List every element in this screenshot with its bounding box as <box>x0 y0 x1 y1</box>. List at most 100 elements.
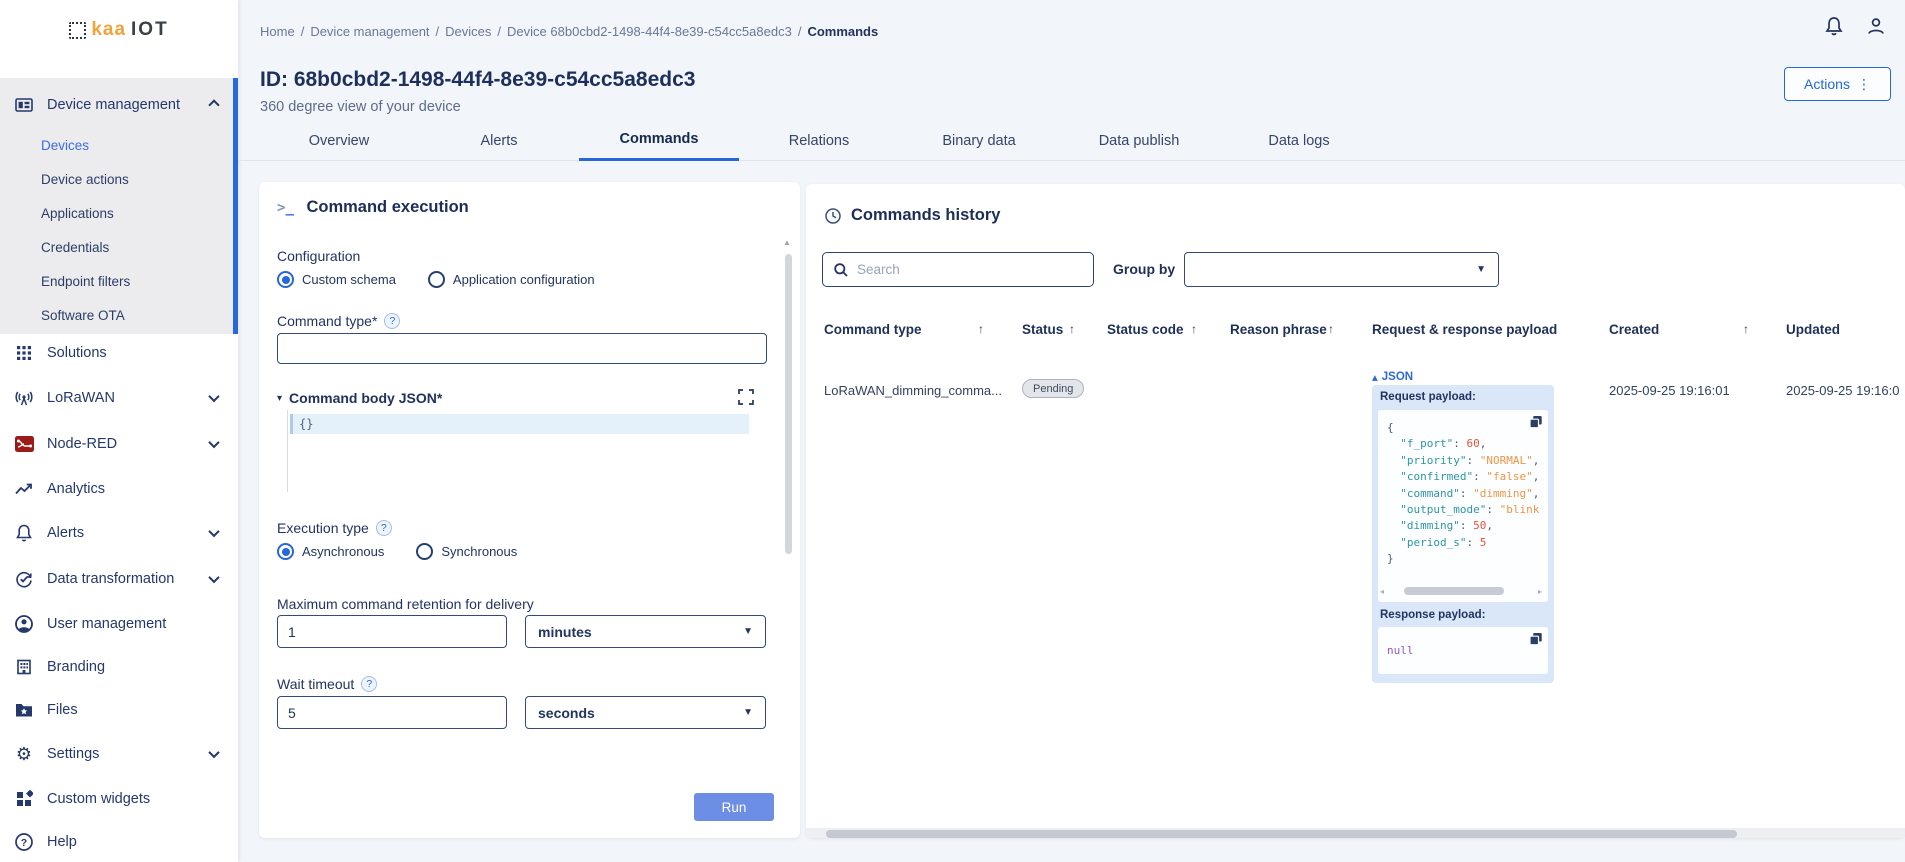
sidebar-item-data-transformation[interactable]: Data transformation <box>0 559 234 599</box>
radio-asynchronous[interactable] <box>277 543 294 560</box>
sort-asc-icon[interactable]: ↑ <box>1191 322 1197 336</box>
sidebar-item-user-management[interactable]: User management <box>0 604 234 644</box>
brand-logo[interactable]: kaaIOT <box>0 12 238 48</box>
tab-binary-data[interactable]: Binary data <box>899 120 1059 161</box>
column-header-reason-phrase[interactable]: Reason phrase <box>1230 322 1327 337</box>
building-icon <box>14 657 34 677</box>
sidebar-item-device-management[interactable]: Device management <box>0 85 234 125</box>
breadcrumb-separator: / <box>436 24 440 39</box>
sidebar-item-label: Branding <box>47 659 222 675</box>
sidebar-item-endpoint-filters[interactable]: Endpoint filters <box>0 267 230 295</box>
radio-synchronous[interactable] <box>416 543 433 560</box>
sidebar-item-label: User management <box>47 616 222 632</box>
page-subtitle: 360 degree view of your device <box>260 99 461 115</box>
tab-commands[interactable]: Commands <box>579 120 739 161</box>
row-created: 2025-09-25 19:16:01 <box>1609 383 1730 398</box>
sort-asc-icon[interactable]: ↑ <box>1743 322 1749 336</box>
sidebar: kaaIOT Device management Devices Device … <box>0 0 238 862</box>
sidebar-item-device-actions[interactable]: Device actions <box>0 165 230 193</box>
fullscreen-icon[interactable] <box>737 388 755 406</box>
sidebar-item-label: Data transformation <box>47 571 197 587</box>
sidebar-item-node-red[interactable]: Node-RED <box>0 424 234 464</box>
sidebar-item-label: Alerts <box>47 525 197 541</box>
breadcrumb-devices[interactable]: Devices <box>445 24 491 39</box>
retention-unit-select[interactable]: minutes ▼ <box>525 615 766 648</box>
wait-timeout-unit-select[interactable]: seconds ▼ <box>525 696 766 729</box>
sidebar-item-alerts[interactable]: Alerts <box>0 513 234 553</box>
scroll-left-icon[interactable]: ◂ <box>1380 587 1388 596</box>
tab-data-publish[interactable]: Data publish <box>1059 120 1219 161</box>
search-input[interactable] <box>857 262 1057 277</box>
scrollbar-thumb[interactable] <box>1404 587 1504 595</box>
response-payload-json: null <box>1387 643 1414 659</box>
breadcrumb-separator: / <box>301 24 305 39</box>
sidebar-item-solutions[interactable]: Solutions <box>0 333 234 373</box>
radio-custom-schema[interactable] <box>277 271 294 288</box>
vertical-scrollbar[interactable] <box>785 254 792 554</box>
column-header-status-code[interactable]: Status code <box>1107 322 1184 337</box>
column-header-command-type[interactable]: Command type <box>824 322 922 337</box>
sidebar-item-custom-widgets[interactable]: Custom widgets <box>0 779 234 819</box>
breadcrumb-home[interactable]: Home <box>260 24 295 39</box>
folder-star-icon <box>14 700 34 720</box>
run-button[interactable]: Run <box>694 793 774 821</box>
column-header-created[interactable]: Created <box>1609 322 1659 337</box>
sidebar-item-label: Files <box>47 702 222 718</box>
column-header-updated[interactable]: Updated <box>1786 322 1840 337</box>
group-by-select[interactable]: ▼ <box>1184 252 1499 287</box>
sidebar-item-lorawan[interactable]: LoRaWAN <box>0 378 234 418</box>
sidebar-item-devices[interactable]: Devices <box>0 131 230 159</box>
sidebar-item-help[interactable]: ? Help <box>0 822 234 862</box>
breadcrumb-device-management[interactable]: Device management <box>310 24 429 39</box>
breadcrumb-commands: Commands <box>807 24 878 39</box>
command-body-json-label[interactable]: ▾ Command body JSON* <box>277 390 442 406</box>
payload-card: Request payload: { "f_port": 60, "priori… <box>1372 385 1554 683</box>
tab-data-logs[interactable]: Data logs <box>1219 120 1379 161</box>
radio-application-configuration[interactable] <box>428 271 445 288</box>
sidebar-item-applications[interactable]: Applications <box>0 199 230 227</box>
sidebar-item-label: Custom widgets <box>47 791 222 807</box>
sidebar-item-branding[interactable]: Branding <box>0 647 234 687</box>
sidebar-item-settings[interactable]: ⚙ Settings <box>0 734 234 774</box>
sidebar-item-credentials[interactable]: Credentials <box>0 233 230 261</box>
table-horizontal-scrollbar-thumb[interactable] <box>826 830 1737 838</box>
account-icon[interactable] <box>1864 14 1890 40</box>
sort-asc-icon[interactable]: ↑ <box>978 322 984 336</box>
chevron-up-icon <box>208 99 219 110</box>
retention-unit-value: minutes <box>538 624 743 640</box>
notifications-bell-icon[interactable] <box>1822 14 1848 40</box>
tab-overview[interactable]: Overview <box>259 120 419 161</box>
json-toggle-label: JSON <box>1382 371 1413 383</box>
command-type-input[interactable] <box>277 333 767 364</box>
sort-asc-icon[interactable]: ↑ <box>1069 322 1075 336</box>
payload-horizontal-scrollbar[interactable]: ◂ ▸ <box>1380 586 1546 596</box>
sidebar-item-files[interactable]: Files <box>0 690 234 730</box>
tab-relations[interactable]: Relations <box>739 120 899 161</box>
commands-history-panel: Commands history Group by ▼ Command type… <box>806 184 1905 838</box>
tab-alerts[interactable]: Alerts <box>419 120 579 161</box>
caret-up-icon: ▴ <box>1372 370 1378 384</box>
copy-icon[interactable] <box>1529 632 1543 646</box>
scrollbar-up-arrow[interactable]: ▲ <box>783 238 791 247</box>
scroll-right-icon[interactable]: ▸ <box>1538 587 1546 596</box>
help-badge-icon[interactable]: ? <box>361 676 377 692</box>
sidebar-item-software-ota[interactable]: Software OTA <box>0 301 230 329</box>
retention-value-input[interactable] <box>277 615 507 648</box>
column-header-status[interactable]: Status <box>1022 322 1063 337</box>
wait-timeout-value-input[interactable] <box>277 696 507 729</box>
sidebar-item-analytics[interactable]: Analytics <box>0 469 234 509</box>
breadcrumb-device-id[interactable]: Device 68b0cbd2-1498-44f4-8e39-c54cc5a8e… <box>507 24 792 39</box>
chevron-down-icon <box>208 747 219 758</box>
help-badge-icon[interactable]: ? <box>376 520 392 536</box>
json-editor-line[interactable]: {} <box>290 414 749 434</box>
device-tabs: Overview Alerts Commands Relations Binar… <box>259 120 1379 161</box>
column-header-payload[interactable]: Request & response payload <box>1372 322 1557 337</box>
sort-asc-icon[interactable]: ↑ <box>1328 322 1334 336</box>
json-payload-toggle[interactable]: ▴ JSON <box>1372 370 1413 384</box>
help-badge-icon[interactable]: ? <box>384 313 400 329</box>
logo-text-iot: IOT <box>131 19 169 41</box>
caret-down-icon: ▼ <box>743 707 753 718</box>
command-type-label: Command type* ? <box>277 313 400 329</box>
sidebar-item-label: Analytics <box>47 481 222 497</box>
actions-button[interactable]: Actions ⋮ <box>1784 67 1891 101</box>
